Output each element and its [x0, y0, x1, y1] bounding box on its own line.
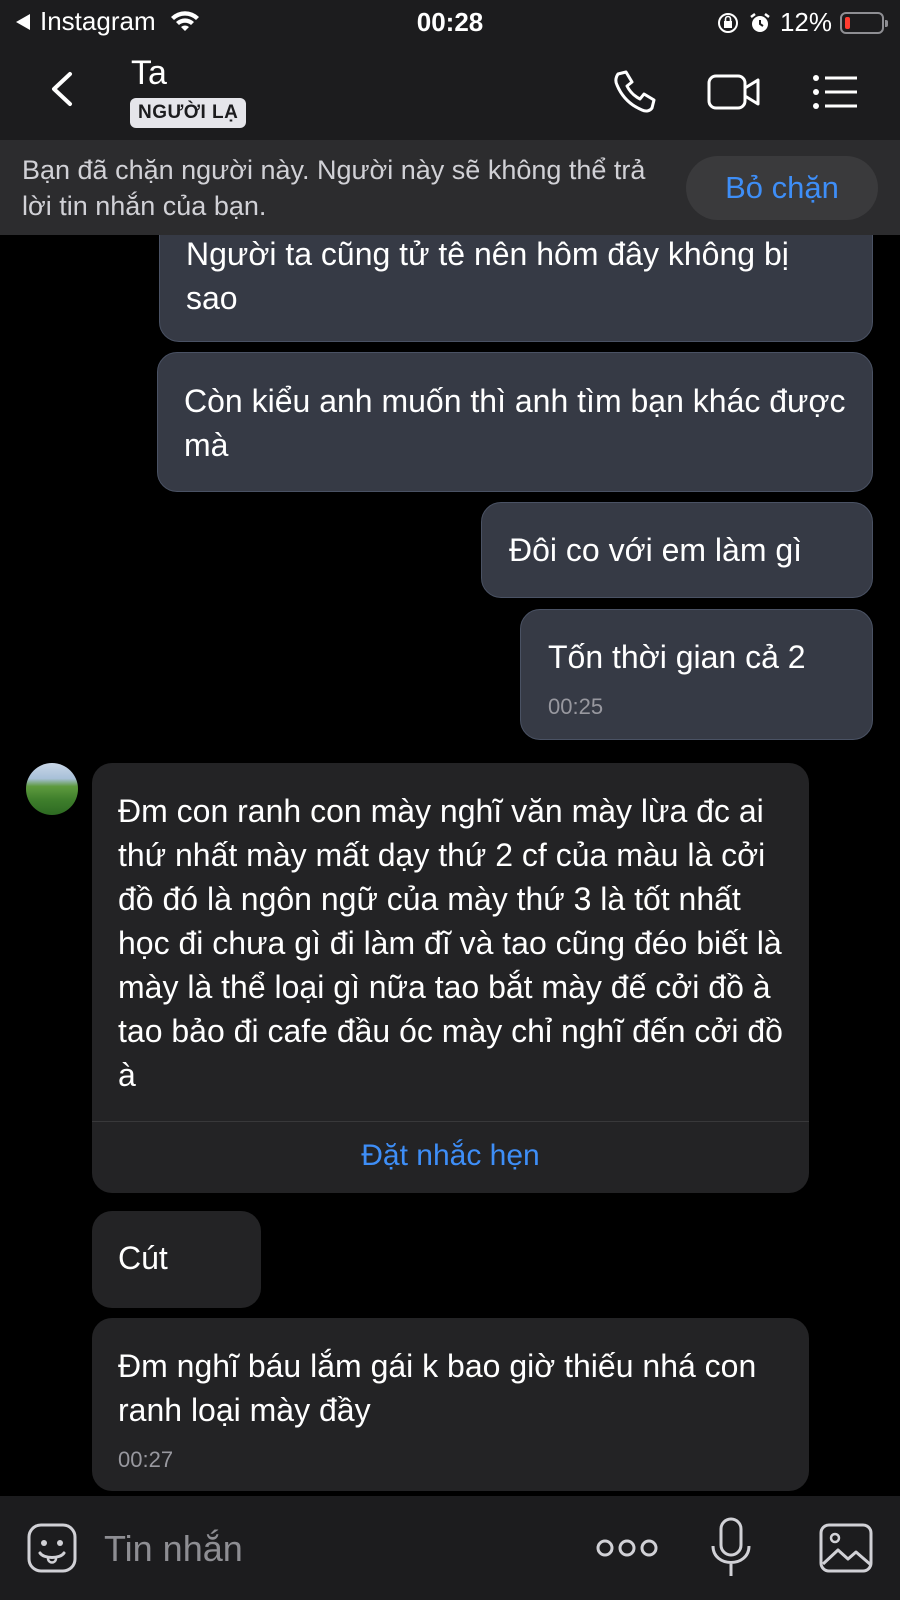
received-message-bubble[interactable]: Cút: [92, 1211, 261, 1308]
received-message-bubble[interactable]: Đm con ranh con mày nghĩ văn mày lừa đc …: [92, 763, 809, 1193]
contact-name[interactable]: Ta: [131, 54, 167, 93]
message-input[interactable]: [102, 1520, 566, 1578]
message-text: Đm nghĩ báu lắm gái k bao giờ thiếu nhá …: [118, 1348, 757, 1428]
chat-header: Ta NGƯỜI LẠ: [0, 44, 900, 140]
message-composer: [0, 1496, 900, 1600]
message-time: 00:25: [548, 694, 604, 719]
alarm-icon: [750, 12, 770, 32]
contact-avatar[interactable]: [26, 763, 78, 815]
message-text: Cút: [118, 1240, 168, 1276]
back-chevron-icon[interactable]: [40, 64, 90, 114]
status-bar: Instagram 00:28 12%: [0, 0, 900, 44]
message-text: Đm con ranh con mày nghĩ văn mày lừa đc …: [118, 793, 783, 1093]
sent-message-bubble[interactable]: Còn kiểu anh muốn thì anh tìm bạn khác đ…: [157, 352, 873, 492]
message-text: Đôi co với em làm gì: [509, 532, 803, 568]
message-text: Người ta cũng tử tê nên hôm đây không bị…: [186, 236, 789, 316]
message-text: Còn kiểu anh muốn thì anh tìm bạn khác đ…: [184, 383, 846, 463]
blocked-notice-text: Bạn đã chặn người này. Người này sẽ khôn…: [22, 155, 646, 221]
more-icon[interactable]: [596, 1536, 658, 1560]
emoji-icon[interactable]: [26, 1522, 78, 1574]
image-icon[interactable]: [818, 1520, 874, 1576]
unblock-button[interactable]: Bỏ chặn: [686, 156, 878, 220]
battery-percent: 12%: [779, 7, 832, 37]
rotation-lock-icon: [717, 12, 738, 33]
message-time: 00:27: [118, 1447, 174, 1472]
battery-icon: [840, 11, 888, 34]
sent-message-bubble[interactable]: Đôi co với em làm gì: [481, 502, 873, 598]
received-message-bubble[interactable]: Đm nghĩ báu lắm gái k bao giờ thiếu nhá …: [92, 1318, 809, 1491]
menu-icon[interactable]: [810, 66, 862, 118]
stranger-badge: NGƯỜI LẠ: [130, 98, 247, 128]
sent-message-bubble[interactable]: Tốn thời gian cả 2 00:25: [520, 609, 873, 740]
divider: [92, 1121, 809, 1122]
set-reminder-link[interactable]: Đặt nhắc hẹn: [92, 1123, 809, 1189]
microphone-icon[interactable]: [706, 1516, 756, 1580]
phone-icon[interactable]: [608, 66, 660, 118]
video-icon[interactable]: [706, 66, 762, 118]
message-text: Tốn thời gian cả 2: [548, 639, 806, 675]
